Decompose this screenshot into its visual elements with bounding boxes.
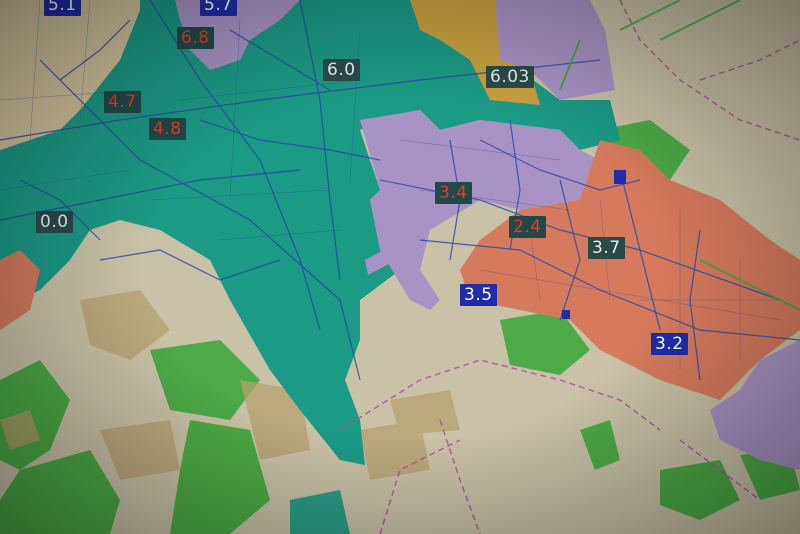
map-frame[interactable]: 5.1 5.7 6.8 6.0 6.03 4.7 4.8 0.0 3.4 2.4… [0, 0, 800, 534]
zone-label-text: 3.4 [439, 183, 468, 203]
zone-label-text: 3.7 [592, 238, 621, 258]
zone-label-text: 6.03 [490, 67, 530, 87]
zone-label-2-4[interactable]: 2.4 [509, 216, 546, 238]
zone-label-6-8[interactable]: 6.8 [177, 27, 214, 49]
zone-label-3-2[interactable]: 3.2 [651, 333, 688, 355]
zone-label-text: 0.0 [40, 212, 69, 232]
zone-label-text: 4.8 [153, 119, 182, 139]
zone-label-text: 3.5 [464, 285, 493, 305]
zone-label-4-8[interactable]: 4.8 [149, 118, 186, 140]
zone-label-0-0[interactable]: 0.0 [36, 211, 73, 233]
zone-label-text: 6.8 [181, 28, 210, 48]
zone-label-5-1[interactable]: 5.1 [44, 0, 81, 16]
zone-label-text: 5.1 [48, 0, 77, 15]
zone-label-text: 6.0 [327, 60, 356, 80]
map-canvas[interactable] [0, 0, 800, 534]
zone-label-3-7[interactable]: 3.7 [588, 237, 625, 259]
zone-label-text: 2.4 [513, 217, 542, 237]
zone-label-text: 4.7 [108, 92, 137, 112]
zone-label-6-0[interactable]: 6.0 [323, 59, 360, 81]
zone-label-text: 5.7 [204, 0, 233, 15]
zone-label-text: 3.2 [655, 334, 684, 354]
zone-label-3-5[interactable]: 3.5 [460, 284, 497, 306]
zone-label-4-7[interactable]: 4.7 [104, 91, 141, 113]
zone-label-5-7[interactable]: 5.7 [200, 0, 237, 16]
zone-label-3-4[interactable]: 3.4 [435, 182, 472, 204]
zone-label-6-03[interactable]: 6.03 [486, 66, 534, 88]
